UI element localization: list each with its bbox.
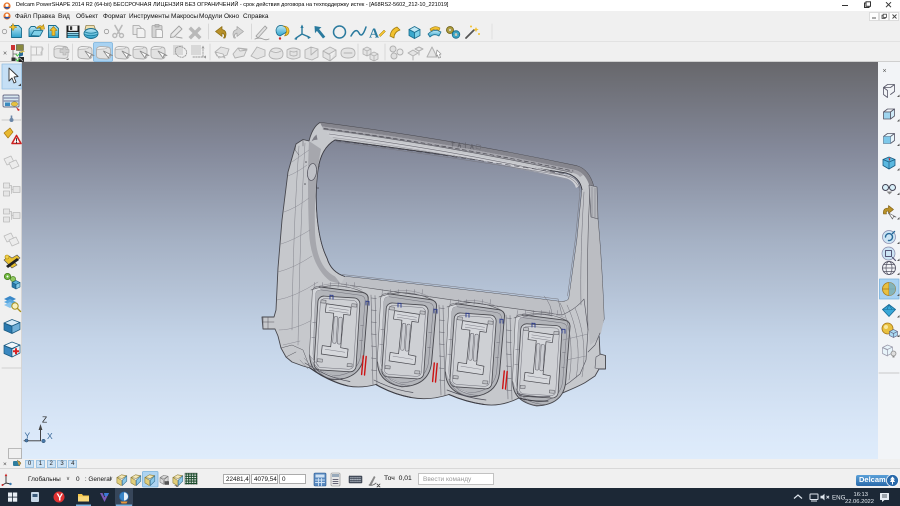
svg-text:X: X (47, 431, 53, 441)
svg-text:×: × (3, 51, 7, 58)
svg-text:Z: Z (42, 415, 47, 425)
svg-text:×: × (883, 68, 887, 75)
svg-text:Y: Y (25, 431, 31, 441)
svg-text:ENG: ENG (832, 495, 846, 502)
svg-text:16:13: 16:13 (853, 492, 868, 498)
svg-text:A: A (369, 27, 380, 42)
svg-text:22.06.2022: 22.06.2022 (845, 499, 874, 505)
